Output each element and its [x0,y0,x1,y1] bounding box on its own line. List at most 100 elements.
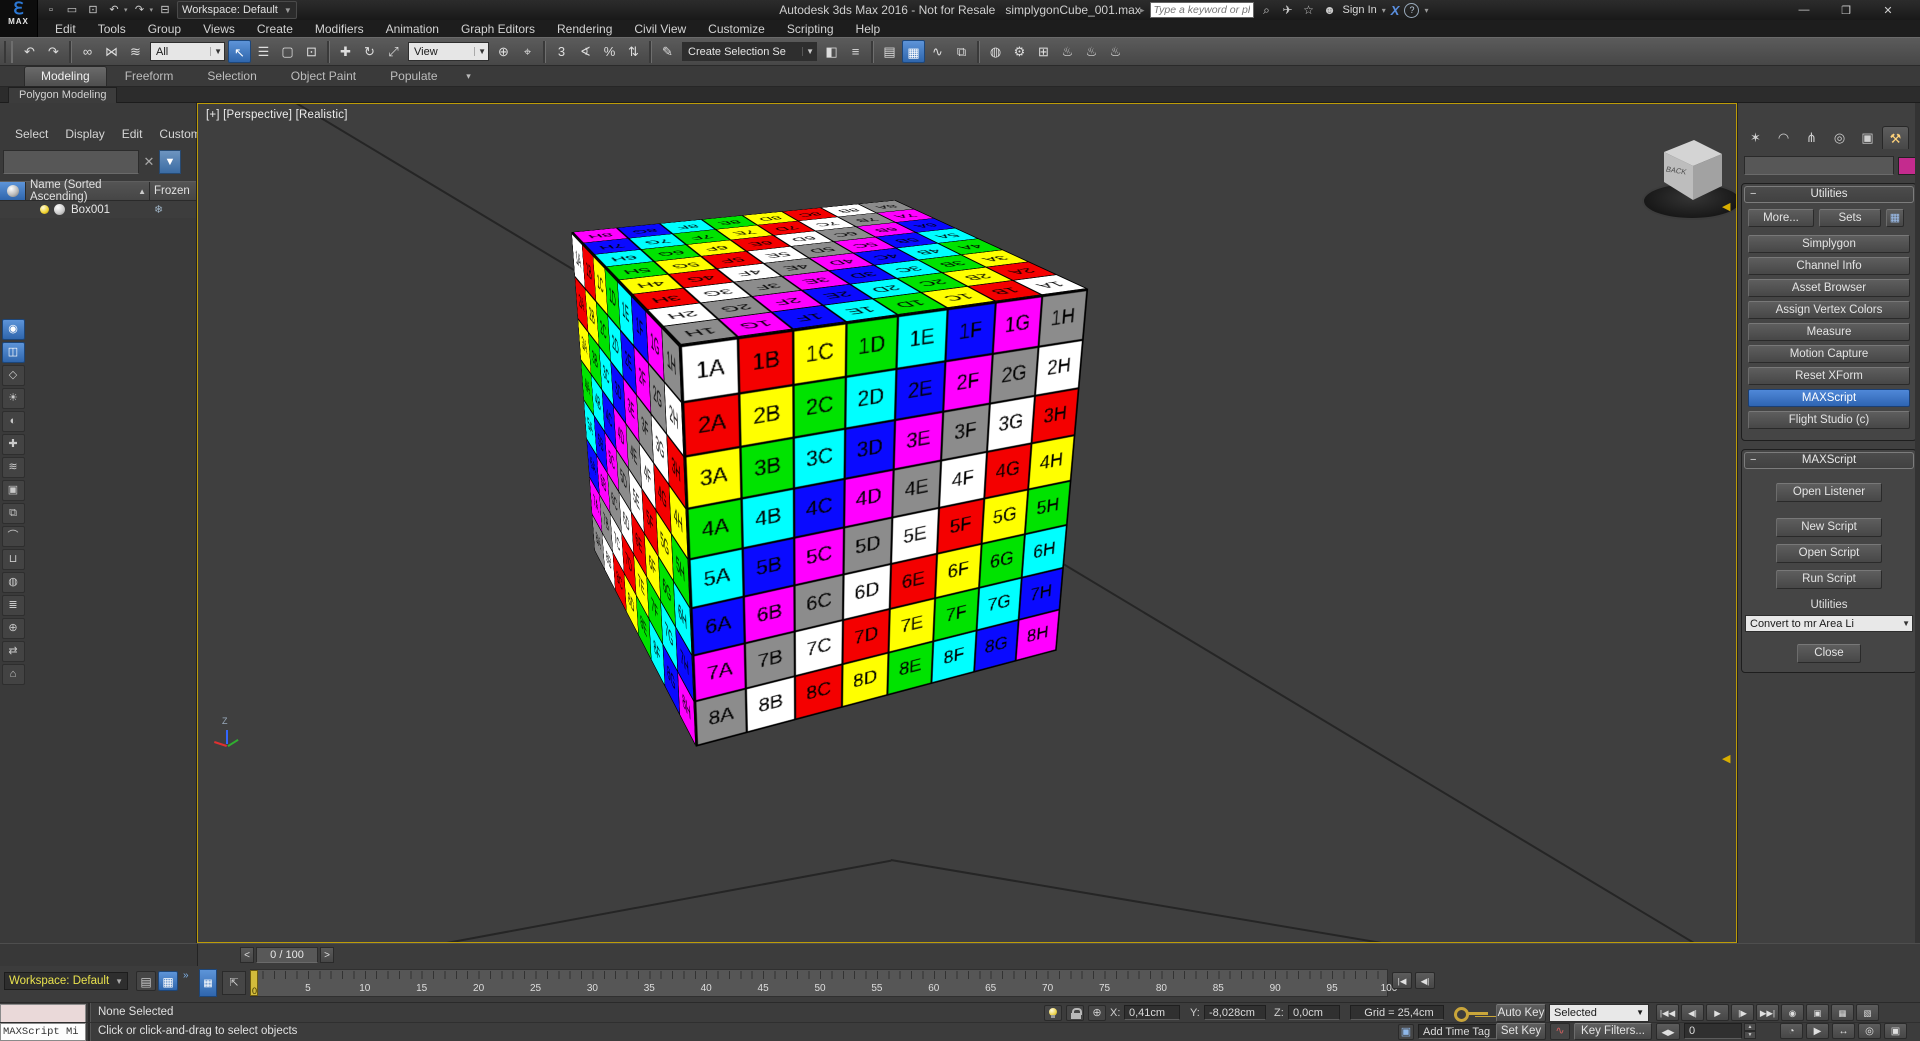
explorer-find-case-icon[interactable]: ≣ [2,595,25,616]
schematic-view-icon[interactable]: ⧉ [950,40,973,63]
explorer-select-children-icon[interactable]: ⊕ [2,618,25,639]
redo-icon[interactable]: ↷ [42,40,65,63]
open-file-icon[interactable]: ▭ [63,2,81,18]
header-display-column[interactable] [0,182,26,200]
utility-button-measure[interactable]: Measure [1748,323,1910,341]
ribbon-toggle-icon[interactable]: ▦ [902,40,925,63]
explorer-display-helpers-icon[interactable]: ✚ [2,434,25,455]
favorites-star-icon[interactable]: ☆ [1301,3,1317,17]
minimize-button[interactable]: — [1790,4,1818,16]
3ds-max-logo[interactable]: ꞫMAX [0,0,38,37]
filter-icon[interactable]: ▼ [159,150,181,174]
frozen-snowflake-icon[interactable]: ❄ [154,203,196,216]
modify-tab[interactable]: ◠ [1770,126,1797,149]
utility-button-reset-xform[interactable]: Reset XForm [1748,367,1910,385]
current-frame-field[interactable]: 0 [1684,1023,1742,1039]
utilities-rollout-header[interactable]: −Utilities [1744,186,1914,203]
offset-keys-icon[interactable]: ▧ [1856,1004,1879,1021]
explorer-display-cameras-icon[interactable]: ◐ [2,411,25,432]
trackbar-range-icon[interactable]: ⇱ [222,971,246,995]
object-name-field[interactable] [1744,156,1894,175]
mini-curve-editor-button[interactable]: ▦ [199,969,217,997]
undo-qat-icon-caret[interactable]: ▾ [124,6,128,14]
maxscript-mini-listener-pink[interactable] [0,1004,86,1023]
maxscript-button-open-script[interactable]: Open Script [1776,544,1882,563]
search-expand-icon[interactable]: ▸ [1140,5,1145,16]
utilities-tab[interactable]: ⚒ [1882,126,1909,149]
menu-create[interactable]: Create [248,21,302,37]
save-file-icon[interactable]: ⊡ [84,2,102,18]
menu-edit[interactable]: Edit [46,21,85,37]
sign-in-button[interactable]: Sign In [1343,4,1377,16]
menu-graph-editors[interactable]: Graph Editors [452,21,544,37]
maxscript-button-run-script[interactable]: Run Script [1776,570,1882,589]
explorer-display-groups-icon[interactable]: ▣ [2,480,25,501]
absolute-mode-icon[interactable]: ⊕ [1088,1005,1106,1021]
maxscript-mini-listener-input[interactable]: MAXScript Mi [0,1023,86,1041]
redo-qat-icon[interactable]: ↷ [131,2,149,18]
zoom-view-icon[interactable]: ◎ [1858,1023,1881,1039]
select-and-scale-icon[interactable]: ⤢ [382,40,405,63]
explorer-sync-selection-icon[interactable]: ⇄ [2,641,25,662]
explorer-menu-select[interactable]: Select [15,127,48,141]
maxscript-button-open-listener[interactable]: Open Listener [1776,483,1882,502]
ribbon-tab-selection[interactable]: Selection [191,67,272,86]
angle-snap-toggle-icon[interactable]: ∢ [574,40,597,63]
new-scene-icon[interactable]: ▫ [42,2,60,18]
go-to-start-icon[interactable]: |◀◀ [1656,1004,1679,1021]
use-pivot-point-center-icon[interactable]: ⊕ [492,40,515,63]
help-icon[interactable]: ? [1404,3,1419,18]
display-tab[interactable]: ▣ [1854,126,1881,149]
reference-coordinate-system-combo[interactable]: View▼ [408,42,489,61]
time-configuration-icon[interactable]: ◔ [1780,1023,1803,1039]
key-filters-curve-icon[interactable]: ∿ [1550,1023,1570,1040]
undo-icon[interactable]: ↶ [18,40,41,63]
render-online-icon[interactable]: ♨ [1104,40,1127,63]
selection-lock-icon[interactable] [1066,1005,1084,1021]
viewport-label[interactable]: [+] [Perspective] [Realistic] [206,109,348,121]
perspective-viewport[interactable]: [+] [Perspective] [Realistic] BACK ◀ ◀ Z… [197,103,1737,943]
search-icon[interactable]: ⌕ [1259,3,1275,18]
menu-civil-view[interactable]: Civil View [625,21,695,37]
sets-button[interactable]: Sets [1819,209,1881,227]
object-color-swatch[interactable] [1898,157,1916,175]
key-mode-toggle-icon[interactable]: ◉ [1781,1004,1804,1021]
ribbon-tab-freeform[interactable]: Freeform [109,67,190,86]
ribbon-options-icon[interactable]: ▾ [456,71,482,86]
mirror-icon[interactable]: ◧ [820,40,843,63]
view-cube[interactable]: BACK [1636,126,1737,231]
more-button[interactable]: More... [1748,209,1814,227]
previous-frame-button[interactable]: < [240,947,254,963]
spinner-up-icon[interactable]: ▲ [1744,1023,1756,1031]
scene-explorer-row-box001[interactable]: Box001 ❄ [0,201,196,218]
maxscript-button-new-script[interactable]: New Script [1776,518,1882,537]
ribbon-tab-object-paint[interactable]: Object Paint [275,67,372,86]
time-slider-handle[interactable]: 0 [250,970,258,996]
close-button[interactable]: ✕ [1874,4,1902,17]
y-coord-field[interactable]: -8,028cm [1204,1005,1266,1020]
previous-key-icon[interactable]: |◀ [1392,972,1412,989]
visibility-bulb-icon[interactable] [40,205,49,214]
spinner-snap-toggle-icon[interactable]: ⇅ [622,40,645,63]
exchange-icon[interactable]: X [1391,3,1400,18]
pan-view-icon[interactable]: ↔ [1832,1023,1855,1039]
more-tools-icon[interactable]: » [183,970,189,981]
set-keys-icon[interactable] [1452,1004,1492,1022]
maximize-viewport-toggle-icon[interactable]: ▣ [1884,1023,1907,1039]
explorer-display-spacewarps-icon[interactable]: ≋ [2,457,25,478]
box001-object[interactable]: 1A1B1C1D1E1F1G1H2A2B2C2D2E2F2G2H3A3B3C3D… [624,252,994,622]
explorer-display-shapes-icon[interactable]: ◇ [2,365,25,386]
ribbon-tab-populate[interactable]: Populate [374,67,453,86]
help-caret-icon[interactable]: ▾ [1424,6,1428,15]
project-folder-icon[interactable]: ⊟ [156,2,174,18]
rectangular-selection-region-icon[interactable]: ▢ [276,40,299,63]
scene-explorer-search-input[interactable] [3,150,139,174]
select-and-link-icon[interactable]: ∞ [76,40,99,63]
menu-tools[interactable]: Tools [89,21,135,37]
z-coord-field[interactable]: 0,0cm [1288,1005,1340,1020]
rendered-frame-window-icon[interactable]: ⊞ [1032,40,1055,63]
time-slider-value[interactable]: 0 / 100 [256,947,318,963]
menu-scripting[interactable]: Scripting [778,21,843,37]
menu-animation[interactable]: Animation [377,21,448,37]
maxscript-utility-combo[interactable]: Convert to mr Area Li▼ [1745,615,1913,632]
